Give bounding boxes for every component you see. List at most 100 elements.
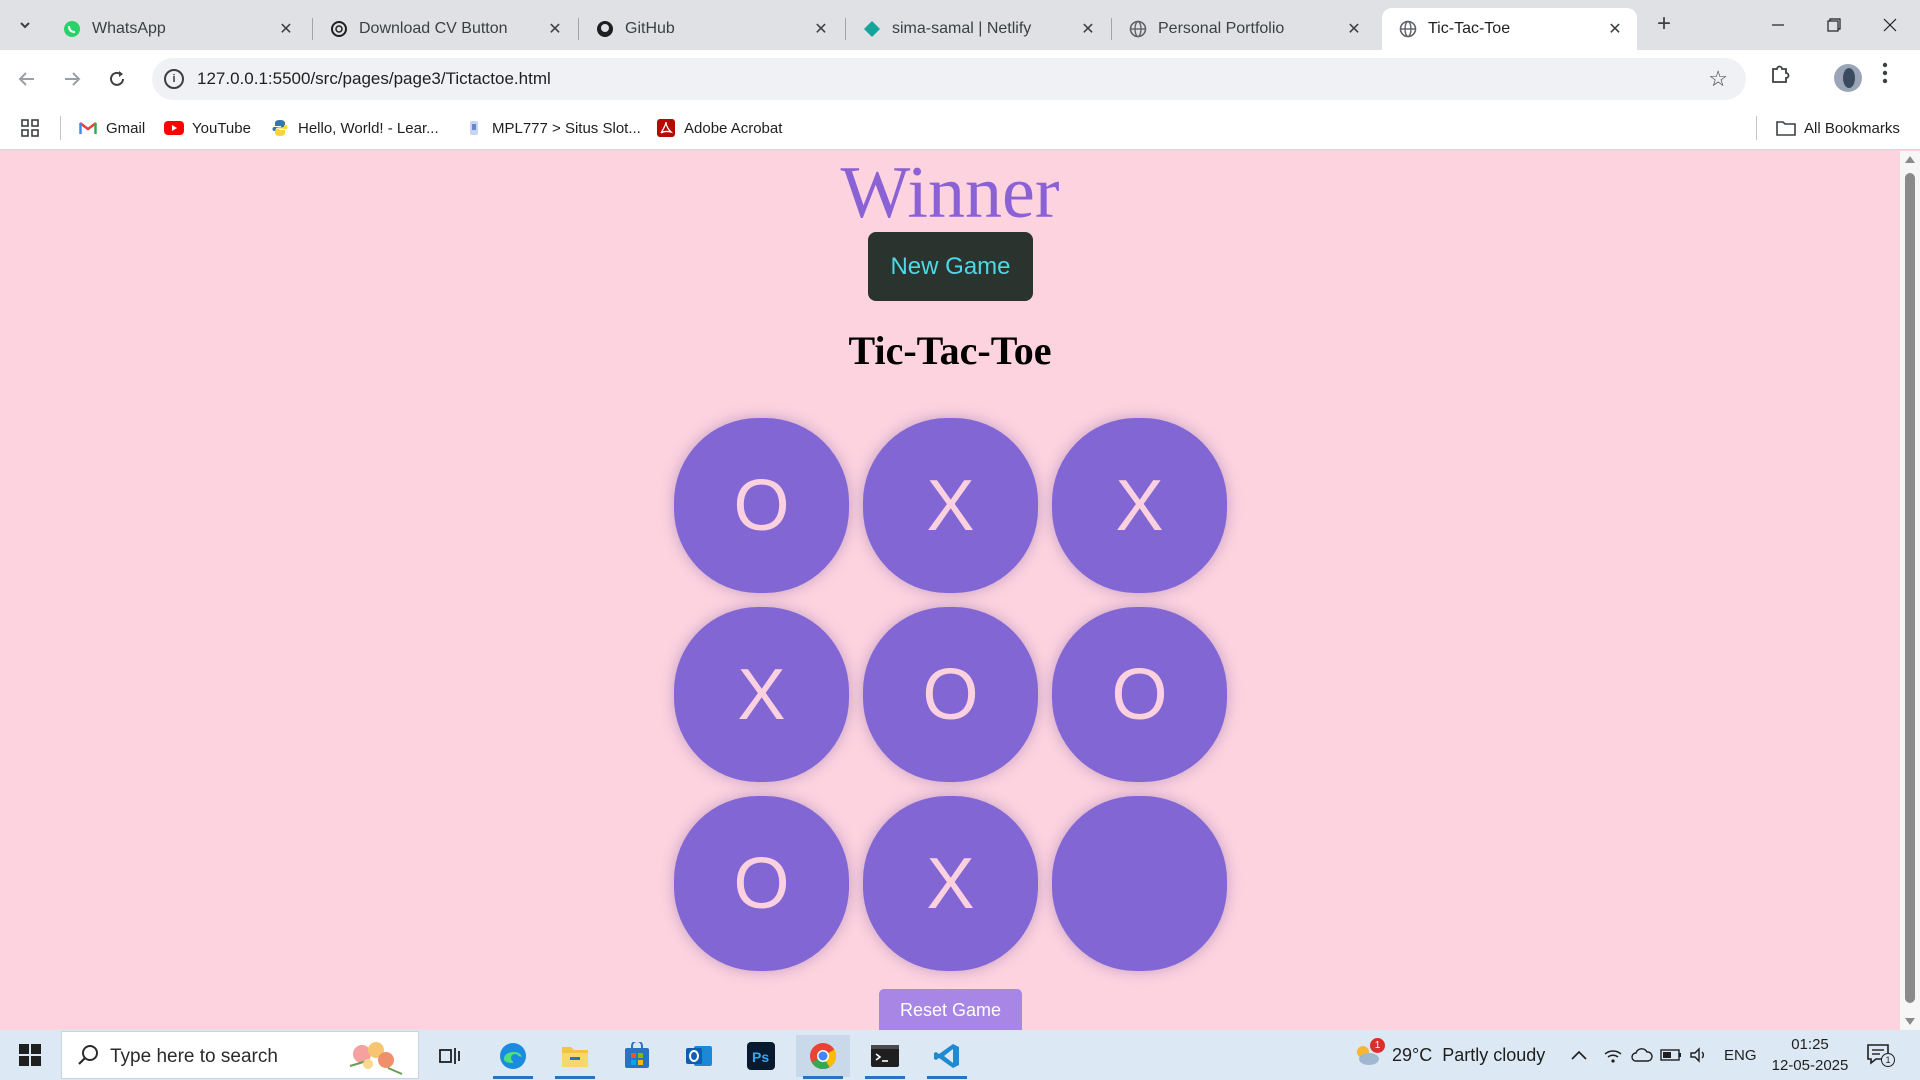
board-cell-8[interactable]: X xyxy=(863,796,1038,971)
close-icon[interactable]: ✕ xyxy=(1344,19,1364,39)
partly-cloudy-icon: 1 xyxy=(1352,1038,1385,1070)
reset-game-button[interactable]: Reset Game xyxy=(879,989,1022,1030)
board-cell-1[interactable]: O xyxy=(674,418,849,593)
scrollbar-thumb[interactable] xyxy=(1905,173,1915,1003)
running-indicator xyxy=(803,1076,843,1079)
search-placeholder: Type here to search xyxy=(110,1046,278,1067)
tab-download-cv[interactable]: Download CV Button ✕ xyxy=(313,8,577,50)
close-icon[interactable]: ✕ xyxy=(545,19,565,39)
windows-taskbar: Type here to search Ps 1 29°C Partly clo… xyxy=(0,1030,1920,1080)
url-text[interactable]: 127.0.0.1:5500/src/pages/page3/Tictactoe… xyxy=(197,69,551,89)
extensions-puzzle-icon[interactable] xyxy=(1768,62,1792,92)
bookmark-hello-world[interactable]: Hello, World! - Lear... xyxy=(270,118,439,138)
edge-icon[interactable] xyxy=(486,1035,540,1079)
acrobat-icon xyxy=(656,118,676,138)
tab-title: sima-samal | Netlify xyxy=(892,20,1032,37)
bookmark-adobe-acrobat[interactable]: Adobe Acrobat xyxy=(656,118,782,138)
tab-search-chevron-icon[interactable] xyxy=(12,12,38,38)
clock-time: 01:25 xyxy=(1791,1036,1829,1053)
close-icon[interactable]: ✕ xyxy=(1605,19,1625,39)
taskbar-search-box[interactable]: Type here to search xyxy=(61,1031,419,1079)
board-cell-5[interactable]: O xyxy=(863,607,1038,782)
weather-badge: 1 xyxy=(1370,1038,1385,1053)
tab-title: WhatsApp xyxy=(92,20,166,37)
profile-avatar[interactable] xyxy=(1834,64,1862,92)
site-info-icon[interactable]: i xyxy=(164,69,184,89)
back-arrow-icon[interactable] xyxy=(10,62,44,96)
reload-icon[interactable] xyxy=(100,62,134,96)
bookmark-youtube[interactable]: YouTube xyxy=(164,118,251,138)
page-scrollbar[interactable] xyxy=(1900,151,1920,1030)
terminal-icon[interactable] xyxy=(858,1035,912,1079)
running-indicator xyxy=(493,1076,533,1079)
board-cell-7[interactable]: O xyxy=(674,796,849,971)
python-icon xyxy=(270,118,290,138)
language-indicator[interactable]: ENG xyxy=(1724,1030,1757,1080)
bookmark-divider xyxy=(60,116,61,140)
netlify-icon xyxy=(862,19,882,39)
board-cell-6[interactable]: O xyxy=(1052,607,1227,782)
game-board: O X X X O O O X xyxy=(674,418,1227,971)
menu-kebab-icon[interactable] xyxy=(1882,62,1888,90)
bookmark-label: Gmail xyxy=(106,119,146,137)
search-icon xyxy=(76,1043,100,1067)
board-cell-3[interactable]: X xyxy=(1052,418,1227,593)
close-icon[interactable]: ✕ xyxy=(1078,19,1098,39)
clock-date: 12-05-2025 xyxy=(1771,1057,1849,1074)
vscode-icon[interactable] xyxy=(920,1035,974,1079)
chrome-icon[interactable] xyxy=(796,1035,850,1079)
wifi-icon[interactable] xyxy=(1603,1030,1623,1080)
windows-start-icon[interactable] xyxy=(0,1030,60,1080)
running-indicator xyxy=(555,1076,595,1079)
bookmark-mpl777[interactable]: MPL777 > Situs Slot... xyxy=(464,118,641,138)
bookmark-star-icon[interactable]: ☆ xyxy=(1708,66,1728,92)
scroll-up-arrow-icon[interactable] xyxy=(1905,156,1915,163)
close-icon[interactable]: ✕ xyxy=(811,19,831,39)
openai-icon xyxy=(329,19,349,39)
apps-grid-icon[interactable] xyxy=(20,118,40,138)
forward-arrow-icon[interactable] xyxy=(55,62,89,96)
minimize-icon[interactable] xyxy=(1750,0,1806,50)
address-bar[interactable]: i 127.0.0.1:5500/src/pages/page3/Tictact… xyxy=(152,58,1746,100)
folder-icon xyxy=(1776,118,1796,138)
show-hidden-icons-chevron-icon[interactable] xyxy=(1570,1030,1588,1080)
weather-widget[interactable]: 1 29°C Partly cloudy xyxy=(1352,1030,1545,1080)
tab-whatsapp[interactable]: WhatsApp ✕ xyxy=(46,8,308,50)
new-game-button[interactable]: New Game xyxy=(868,232,1033,301)
weather-desc: Partly cloudy xyxy=(1442,1044,1546,1065)
photoshop-icon[interactable]: Ps xyxy=(734,1035,788,1077)
file-explorer-icon[interactable] xyxy=(548,1035,602,1079)
volume-icon[interactable] xyxy=(1689,1030,1709,1080)
gmail-icon xyxy=(78,118,98,138)
board-cell-4[interactable]: X xyxy=(674,607,849,782)
task-view-icon[interactable] xyxy=(423,1035,477,1077)
bookmark-gmail[interactable]: Gmail xyxy=(78,118,145,138)
restore-icon[interactable] xyxy=(1806,0,1862,50)
board-cell-2[interactable]: X xyxy=(863,418,1038,593)
tab-title: GitHub xyxy=(625,20,675,37)
new-tab-plus-icon[interactable]: + xyxy=(1650,10,1678,38)
bookmark-label: MPL777 > Situs Slot... xyxy=(492,119,641,137)
tab-netlify[interactable]: sima-samal | Netlify ✕ xyxy=(846,8,1110,50)
search-highlight-flowers-icon xyxy=(340,1036,410,1076)
all-bookmarks[interactable]: All Bookmarks xyxy=(1776,118,1900,138)
notification-count: 1 xyxy=(1881,1053,1895,1067)
page-title: Tic-Tac-Toe xyxy=(848,328,1052,373)
outlook-icon[interactable] xyxy=(672,1035,726,1077)
tab-personal-portfolio[interactable]: Personal Portfolio ✕ xyxy=(1112,8,1376,50)
scroll-down-arrow-icon[interactable] xyxy=(1905,1018,1915,1025)
onedrive-cloud-icon[interactable] xyxy=(1631,1030,1653,1080)
tab-tic-tac-toe[interactable]: Tic-Tac-Toe ✕ xyxy=(1382,8,1637,50)
notifications-icon[interactable]: 1 xyxy=(1866,1030,1895,1080)
globe-icon xyxy=(1398,19,1418,39)
battery-icon[interactable] xyxy=(1660,1030,1682,1080)
close-icon[interactable]: ✕ xyxy=(276,19,296,39)
system-clock[interactable]: 01:25 12-05-2025 xyxy=(1765,1034,1855,1076)
all-bookmarks-label: All Bookmarks xyxy=(1804,119,1900,137)
tab-strip: WhatsApp ✕ Download CV Button ✕ GitHub ✕… xyxy=(0,0,1920,50)
tab-github[interactable]: GitHub ✕ xyxy=(579,8,843,50)
close-window-icon[interactable] xyxy=(1862,0,1918,50)
board-cell-9[interactable] xyxy=(1052,796,1227,971)
store-icon[interactable] xyxy=(610,1035,664,1077)
bookmark-divider xyxy=(1756,116,1757,140)
